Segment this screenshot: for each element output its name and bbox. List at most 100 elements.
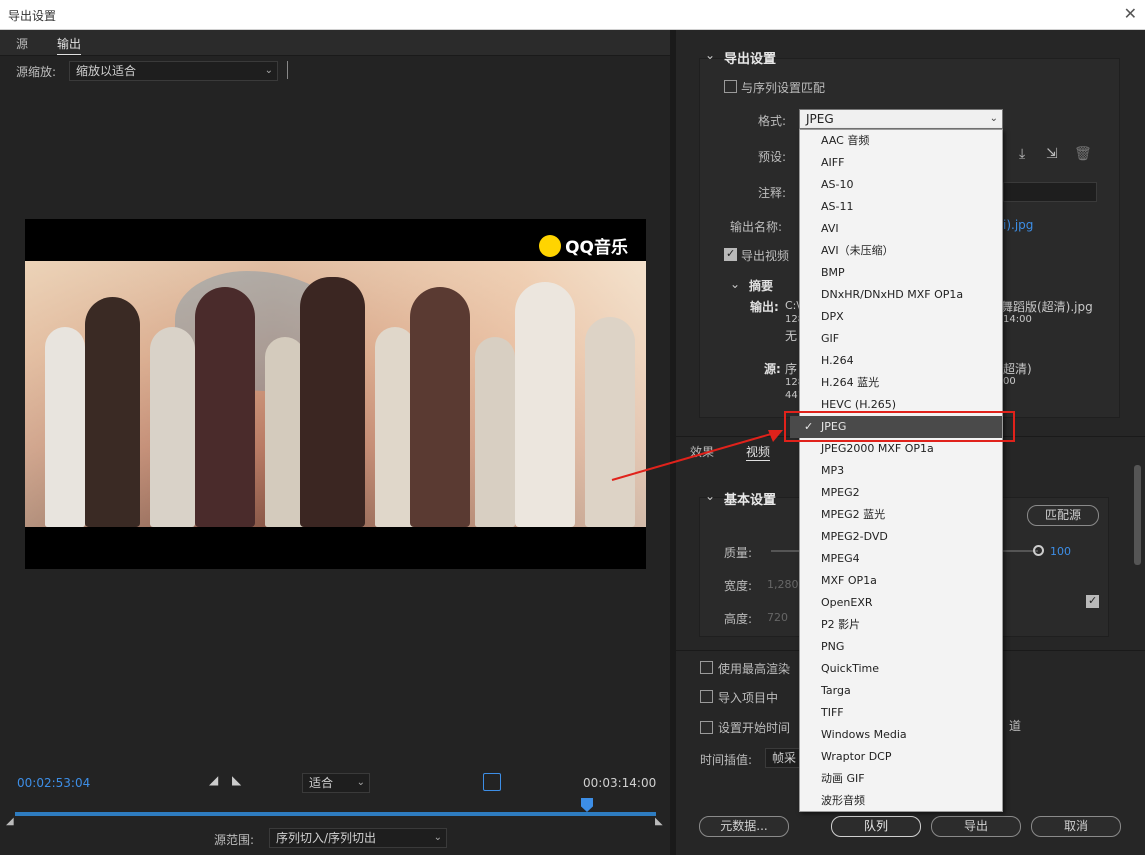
format-option[interactable]: OpenEXR	[800, 592, 1002, 614]
title-bar: 导出设置 ✕	[0, 0, 1145, 30]
timeline-bar[interactable]	[15, 812, 656, 816]
source-summary-right2: 00	[1003, 376, 1016, 387]
metadata-button[interactable]: 元数据...	[699, 816, 789, 837]
format-option[interactable]: AVI	[800, 218, 1002, 240]
source-scale-value: 缩放以适合	[76, 64, 137, 78]
format-option[interactable]: Wraptor DCP	[800, 746, 1002, 768]
max-render-label: 使用最高渲染	[718, 662, 791, 676]
cancel-button[interactable]: 取消	[1031, 816, 1121, 837]
summary-collapse-icon[interactable]: ⌄	[730, 277, 740, 291]
in-point-icon[interactable]: ◢	[6, 816, 14, 827]
window-title: 导出设置	[8, 9, 57, 23]
delete-preset-icon[interactable]: 🗑	[1074, 146, 1092, 162]
aspect-lock-checkbox[interactable]	[1086, 595, 1099, 608]
format-option[interactable]: MP3	[800, 460, 1002, 482]
output-summary-right1: 舞蹈版(超清).jpg	[1001, 300, 1093, 314]
time-interp-label: 时间插值:	[700, 753, 753, 767]
set-start-time-checkbox[interactable]	[700, 721, 713, 734]
quality-label: 质量:	[724, 546, 753, 560]
quality-slider-handle[interactable]	[1033, 545, 1044, 556]
source-summary-label: 源:	[764, 362, 781, 376]
format-option[interactable]: MPEG4	[800, 548, 1002, 570]
output-summary-label: 输出:	[750, 300, 779, 314]
format-option[interactable]: AS-11	[800, 196, 1002, 218]
format-option[interactable]: DNxHR/DNxHD MXF OP1a	[800, 284, 1002, 306]
source-scale-select[interactable]: 缩放以适合 ⌄	[69, 61, 278, 81]
output-summary-line3: 无	[785, 329, 798, 343]
format-option[interactable]: MPEG2	[800, 482, 1002, 504]
format-option[interactable]: MXF OP1a	[800, 570, 1002, 592]
format-option[interactable]: 动画 GIF	[800, 768, 1002, 790]
close-icon[interactable]: ✕	[1124, 4, 1137, 23]
mark-in-icon[interactable]: ◢	[209, 773, 218, 787]
format-option[interactable]: Windows Media	[800, 724, 1002, 746]
format-value: JPEG	[806, 112, 834, 126]
export-video-checkbox[interactable]	[724, 248, 737, 261]
timecode-in[interactable]: 00:02:53:04	[17, 776, 90, 790]
format-option[interactable]: AIFF	[800, 152, 1002, 174]
import-preset-icon[interactable]: ⇲	[1046, 146, 1058, 162]
output-summary-line1: C:\	[785, 299, 801, 312]
format-option[interactable]: AS-10	[800, 174, 1002, 196]
format-select[interactable]: JPEG ⌄	[799, 109, 1003, 129]
preset-label: 预设:	[758, 150, 787, 164]
height-value: 720	[767, 611, 788, 624]
format-option[interactable]: MPEG2-DVD	[800, 526, 1002, 548]
format-dropdown-list: AAC 音频 AIFF AS-10 AS-11 AVI AVI（未压缩） BMP…	[790, 129, 1003, 812]
quality-value[interactable]: 100	[1050, 545, 1071, 558]
source-summary-right1: 超清)	[1003, 362, 1032, 376]
format-option[interactable]: H.264	[800, 350, 1002, 372]
fit-select[interactable]: 适合 ⌄	[302, 773, 370, 793]
source-range-select[interactable]: 序列切入/序列切出 ⌄	[269, 828, 447, 848]
source-range-label: 源范围:	[214, 833, 255, 847]
format-option[interactable]: TIFF	[800, 702, 1002, 724]
source-scale-label: 源缩放:	[16, 65, 57, 79]
format-option[interactable]: PNG	[800, 636, 1002, 658]
format-option[interactable]: 波形音频	[800, 790, 1002, 812]
format-option[interactable]: AAC 音频	[800, 130, 1002, 152]
save-preset-icon[interactable]: ⤓	[1019, 146, 1025, 162]
video-frame	[25, 261, 646, 527]
export-button[interactable]: 导出	[931, 816, 1021, 837]
fit-value: 适合	[309, 776, 334, 790]
settings-scrollbar[interactable]	[1134, 465, 1141, 565]
preview-tabs: 源 输出	[0, 30, 670, 56]
import-project-checkbox[interactable]	[700, 690, 713, 703]
format-option[interactable]: QuickTime	[800, 658, 1002, 680]
format-option[interactable]: BMP	[800, 262, 1002, 284]
basic-collapse-icon[interactable]: ⌄	[705, 489, 715, 503]
format-option[interactable]: MPEG2 蓝光	[800, 504, 1002, 526]
summary-title: 摘要	[749, 279, 774, 293]
format-option[interactable]: H.264 蓝光	[800, 372, 1002, 394]
output-name-link[interactable]: i).jpg	[1003, 218, 1033, 232]
format-label: 格式:	[758, 114, 787, 128]
output-name-label: 输出名称:	[730, 220, 783, 234]
width-value: 1,280	[767, 578, 799, 591]
qq-music-icon	[539, 235, 562, 257]
comment-input[interactable]	[1003, 182, 1097, 202]
chevron-down-icon: ⌄	[989, 113, 998, 124]
max-render-checkbox[interactable]	[700, 661, 713, 674]
qq-music-logo: QQ音乐	[539, 233, 628, 259]
format-option[interactable]: P2 影片	[800, 614, 1002, 636]
time-interp-value: 帧采	[772, 751, 797, 765]
format-option[interactable]: GIF	[800, 328, 1002, 350]
format-option[interactable]: Targa	[800, 680, 1002, 702]
tab-output[interactable]: 输出	[57, 35, 82, 55]
mark-out-icon[interactable]: ◣	[232, 773, 241, 787]
width-label: 宽度:	[724, 579, 753, 593]
height-label: 高度:	[724, 612, 753, 626]
match-sequence-checkbox[interactable]	[724, 80, 737, 93]
basic-settings-title: 基本设置	[724, 493, 777, 508]
tab-source[interactable]: 源	[16, 35, 28, 52]
cursor-divider	[287, 61, 288, 79]
format-option[interactable]: AVI（未压缩）	[800, 240, 1002, 262]
format-option[interactable]: DPX	[800, 306, 1002, 328]
queue-button[interactable]: 队列	[831, 816, 921, 837]
out-point-icon[interactable]: ◣	[655, 816, 663, 827]
collapse-icon[interactable]: ⌄	[705, 48, 715, 62]
source-range-value: 序列切入/序列切出	[276, 831, 377, 845]
aspect-ratio-icon[interactable]	[483, 773, 501, 791]
match-source-button[interactable]: 匹配源	[1027, 505, 1099, 526]
annotation-arrow-icon	[611, 430, 783, 481]
